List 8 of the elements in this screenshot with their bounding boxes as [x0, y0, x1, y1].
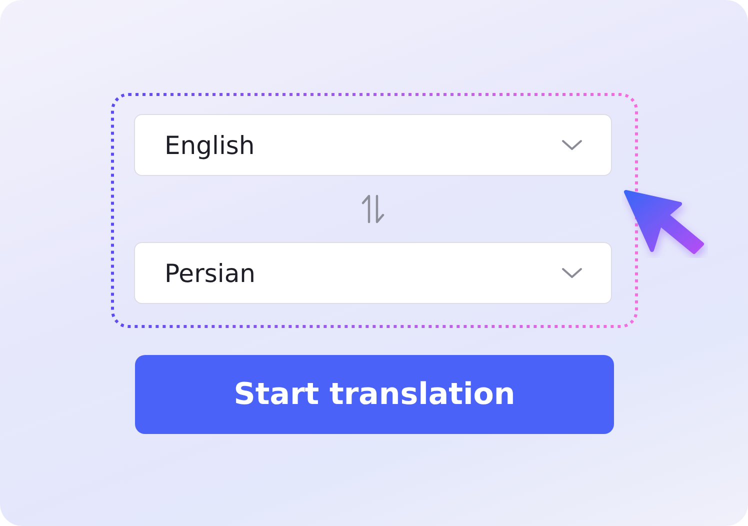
language-dropdown[interactable]: Persian — [134, 242, 612, 304]
chevron-down-icon — [560, 267, 582, 279]
selected-language: English — [164, 130, 255, 160]
start-translation-button[interactable]: Start translation — [135, 355, 614, 434]
language-dropdown[interactable]: English — [134, 114, 612, 176]
selected-language: Persian — [164, 258, 256, 288]
swap-icon[interactable] — [360, 194, 384, 224]
chevron-down-icon — [560, 139, 582, 151]
